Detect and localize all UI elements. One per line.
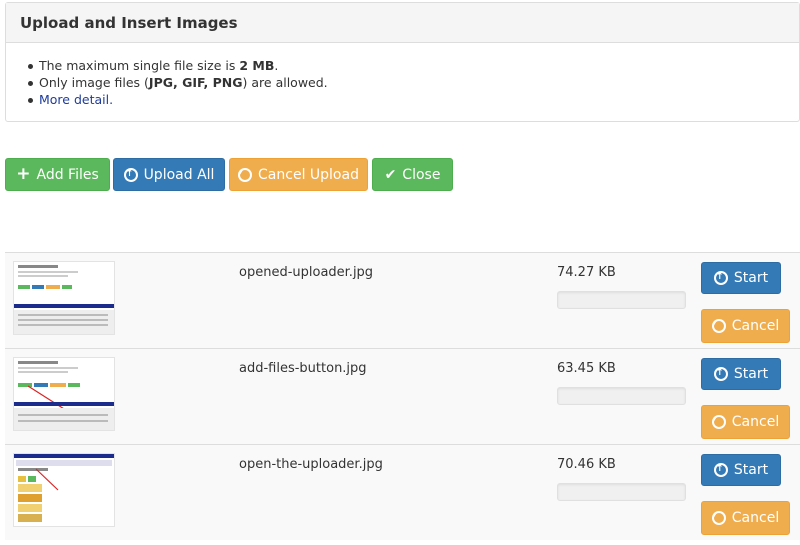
rule-size: The maximum single file size is 2 MB. bbox=[26, 57, 779, 74]
more-detail-link[interactable]: More detail. bbox=[39, 92, 113, 107]
start-button[interactable]: ↑ Start bbox=[701, 358, 781, 390]
ban-icon: ⁄ bbox=[711, 415, 726, 429]
file-thumbnail bbox=[13, 453, 115, 527]
check-icon: ✔ bbox=[384, 166, 397, 183]
file-size: 70.46 KB bbox=[557, 457, 616, 472]
ban-icon: ⁄ bbox=[238, 167, 253, 182]
start-button[interactable]: ↑ Start bbox=[701, 262, 781, 294]
cancel-button[interactable]: ⁄ Cancel bbox=[701, 405, 790, 439]
start-button[interactable]: ↑ Start bbox=[701, 454, 781, 486]
file-name: opened-uploader.jpg bbox=[239, 265, 374, 280]
circle-arrow-up-icon: ↑ bbox=[713, 271, 728, 285]
allowed-types-value: JPG, GIF, PNG bbox=[148, 75, 243, 90]
ban-icon: ⁄ bbox=[711, 319, 726, 333]
file-name: open-the-uploader.jpg bbox=[239, 457, 383, 472]
circle-arrow-up-icon: ↑ bbox=[713, 463, 728, 477]
close-button[interactable]: ✔ Close bbox=[372, 158, 453, 191]
file-size: 63.45 KB bbox=[557, 361, 616, 376]
upload-all-button[interactable]: ↑ Upload All bbox=[113, 158, 225, 191]
cancel-button[interactable]: ⁄ Cancel bbox=[701, 309, 790, 343]
ban-icon: ⁄ bbox=[711, 511, 726, 525]
upload-progress-bar bbox=[557, 387, 686, 405]
rule-more: More detail. bbox=[26, 91, 779, 108]
add-files-button[interactable]: + Add Files bbox=[5, 158, 110, 191]
circle-arrow-up-icon: ↑ bbox=[713, 367, 728, 381]
upload-progress-bar bbox=[557, 291, 686, 309]
file-name: add-files-button.jpg bbox=[239, 361, 367, 376]
file-row: add-files-button.jpg 63.45 KB ↑ Start ⁄ Ca… bbox=[5, 348, 800, 444]
circle-arrow-up-icon: ↑ bbox=[123, 167, 138, 182]
plus-icon: + bbox=[16, 164, 31, 184]
file-row: opened-uploader.jpg 74.27 KB ↑ Start ⁄ Can… bbox=[5, 252, 800, 348]
panel-body: The maximum single file size is 2 MB. On… bbox=[6, 43, 799, 108]
panel-title: Upload and Insert Images bbox=[6, 3, 799, 43]
file-size: 74.27 KB bbox=[557, 265, 616, 280]
file-row: open-the-uploader.jpg 70.46 KB ↑ Start ⁄ C… bbox=[5, 444, 800, 540]
file-thumbnail bbox=[13, 357, 115, 431]
rules-list: The maximum single file size is 2 MB. On… bbox=[26, 57, 779, 108]
upload-info-panel: Upload and Insert Images The maximum sin… bbox=[5, 2, 800, 122]
file-thumbnail bbox=[13, 261, 115, 335]
cancel-button[interactable]: ⁄ Cancel bbox=[701, 501, 790, 535]
cancel-upload-button[interactable]: ⁄ Cancel Upload bbox=[229, 158, 368, 191]
rule-types: Only image files (JPG, GIF, PNG) are all… bbox=[26, 74, 779, 91]
upload-progress-bar bbox=[557, 483, 686, 501]
max-size-value: 2 MB bbox=[239, 58, 275, 73]
